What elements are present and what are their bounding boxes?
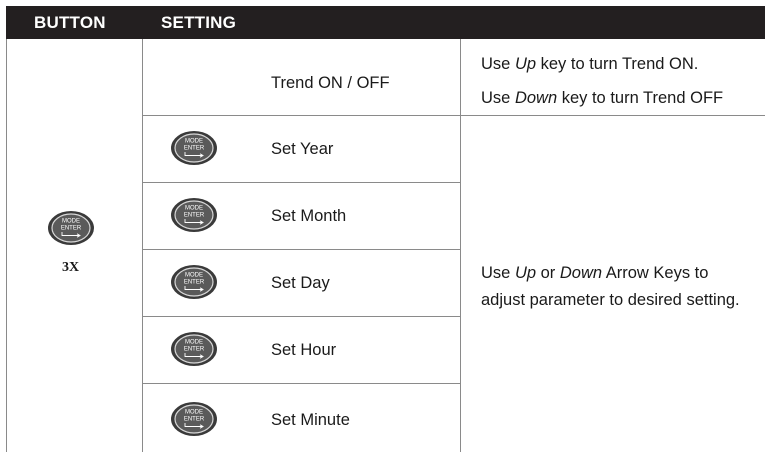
adjust-description-line2: adjust parameter to desired setting.: [481, 291, 740, 309]
text-segment: Use: [481, 89, 515, 107]
column-divider-button: [142, 39, 143, 452]
key-down: Down: [559, 264, 603, 282]
row-divider: [142, 249, 460, 250]
svg-text:ENTER: ENTER: [184, 417, 205, 423]
mode-enter-icon: MODE ENTER: [170, 401, 218, 437]
key-up: Up: [514, 264, 537, 282]
mode-enter-icon: MODE ENTER: [170, 264, 218, 300]
setting-trend-on-off: Trend ON / OFF: [271, 74, 390, 92]
trend-description-line2: Use Down key to turn Trend OFF: [481, 89, 723, 108]
text-segment: Arrow Keys to: [602, 264, 709, 282]
adjust-description-line1: Use Up or Down Arrow Keys to: [481, 264, 708, 283]
mode-enter-icon: MODE ENTER: [170, 331, 218, 367]
header-setting: SETTING: [161, 13, 237, 32]
left-border: [6, 39, 7, 452]
text-segment: key to turn Trend ON.: [536, 55, 699, 73]
header-button: BUTTON: [34, 13, 106, 32]
svg-text:ENTER: ENTER: [61, 226, 82, 232]
text-segment: Use: [481, 264, 515, 282]
svg-text:MODE: MODE: [185, 273, 203, 279]
svg-text:MODE: MODE: [185, 206, 203, 212]
setting-minute: Set Minute: [271, 411, 350, 429]
setting-day: Set Day: [271, 274, 330, 292]
svg-text:MODE: MODE: [185, 340, 203, 346]
row-divider: [142, 316, 460, 317]
setting-hour: Set Hour: [271, 341, 337, 359]
row-divider: [142, 115, 765, 116]
row-divider: [142, 182, 460, 183]
column-divider-setting: [460, 39, 461, 452]
row-divider: [142, 383, 460, 384]
text-segment: or: [536, 264, 560, 282]
svg-text:MODE: MODE: [185, 139, 203, 145]
svg-text:MODE: MODE: [185, 410, 203, 416]
mode-enter-button-icon: MODE ENTER: [47, 210, 95, 246]
table-header: BUTTON SETTING: [6, 6, 765, 39]
svg-text:ENTER: ENTER: [184, 146, 205, 152]
svg-text:ENTER: ENTER: [184, 280, 205, 286]
svg-text:MODE: MODE: [62, 219, 80, 225]
key-up: Up: [514, 55, 537, 73]
mode-enter-icon: MODE ENTER: [170, 197, 218, 233]
svg-text:ENTER: ENTER: [184, 347, 205, 353]
key-down: Down: [514, 89, 558, 107]
press-count: 3X: [62, 260, 80, 275]
text-segment: key to turn Trend OFF: [557, 89, 724, 107]
svg-text:ENTER: ENTER: [184, 213, 205, 219]
trend-description-line1: Use Up key to turn Trend ON.: [481, 55, 698, 74]
setting-year: Set Year: [271, 140, 334, 158]
text-segment: Use: [481, 55, 515, 73]
setting-month: Set Month: [271, 207, 347, 225]
mode-enter-icon: MODE ENTER: [170, 130, 218, 166]
